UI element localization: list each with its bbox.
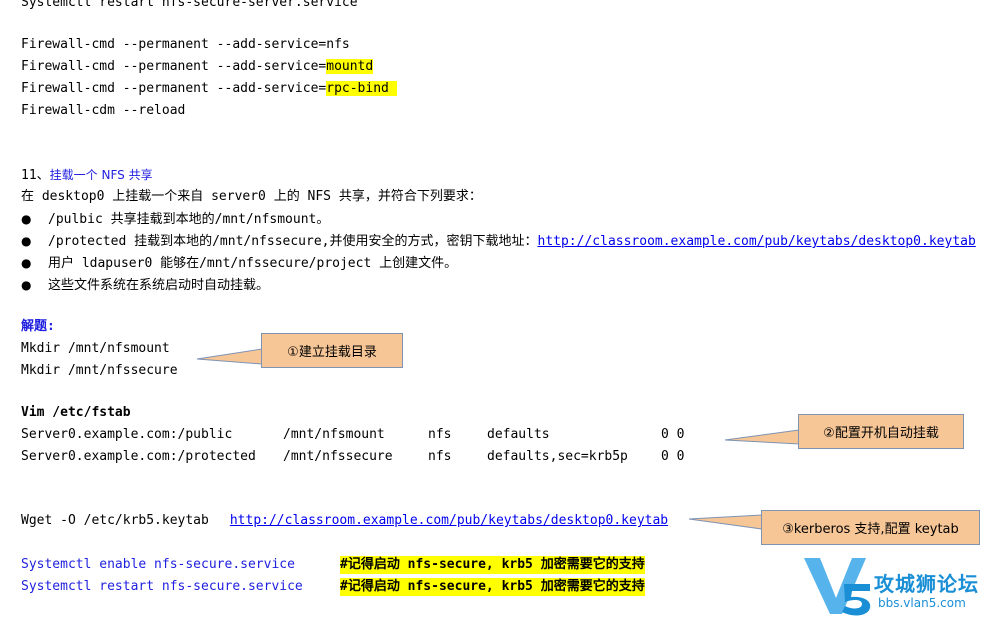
callout-pointer-2 (724, 429, 800, 445)
watermark-title: 攻城狮论坛 (874, 572, 979, 596)
callout-kerberos: ③kerberos 支持,配置 keytab (761, 510, 980, 545)
callout-pointer-3 (688, 514, 763, 530)
callout-pointer-1 (196, 348, 263, 365)
watermark-url: bbs.vlan5.com (878, 596, 966, 610)
callout-fstab: ②配置开机自动挂载 (798, 414, 964, 449)
forum-watermark: 攻城狮论坛 bbs.vlan5.com (800, 552, 1004, 618)
callout-create-dirs: ①建立挂载目录 (261, 333, 403, 368)
v5-logo-icon (804, 558, 871, 616)
